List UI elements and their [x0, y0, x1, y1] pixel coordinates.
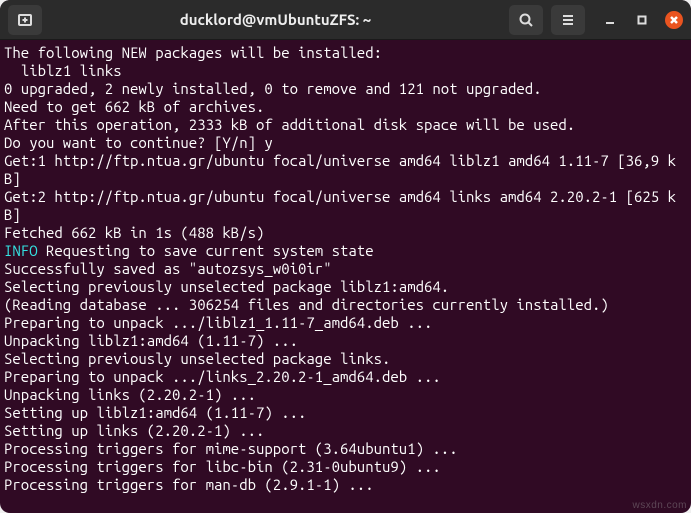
terminal-line: Fetched 662 kB in 1s (488 kB/s): [4, 224, 687, 242]
titlebar: ducklord@vmUbuntuZFS: ~: [0, 0, 691, 40]
terminal-output[interactable]: The following NEW packages will be insta…: [0, 40, 691, 513]
terminal-line: Setting up liblz1:amd64 (1.11-7) ...: [4, 404, 687, 422]
close-icon: [669, 15, 679, 25]
search-icon: [518, 12, 534, 28]
terminal-line: liblz1 links: [4, 62, 687, 80]
terminal-line: Get:1 http://ftp.ntua.gr/ubuntu focal/un…: [4, 152, 687, 188]
terminal-line: INFO Requesting to save current system s…: [4, 242, 687, 260]
terminal-line: Setting up links (2.20.2-1) ...: [4, 422, 687, 440]
terminal-line: Unpacking liblz1:amd64 (1.11-7) ...: [4, 332, 687, 350]
terminal-line: Processing triggers for man-db (2.9.1-1)…: [4, 476, 687, 494]
terminal-line: Do you want to continue? [Y/n] y: [4, 134, 687, 152]
new-tab-button[interactable]: [8, 5, 42, 35]
terminal-line: Processing triggers for mime-support (3.…: [4, 440, 687, 458]
close-button[interactable]: [665, 11, 683, 29]
window-controls: [601, 11, 683, 29]
terminal-line: Preparing to unpack .../liblz1_1.11-7_am…: [4, 314, 687, 332]
terminal-line: After this operation, 2333 kB of additio…: [4, 116, 687, 134]
terminal-line: Need to get 662 kB of archives.: [4, 98, 687, 116]
terminal-line: Successfully saved as "autozsys_w0i0ir": [4, 260, 687, 278]
maximize-icon: [637, 15, 647, 25]
terminal-line: Selecting previously unselected package …: [4, 278, 687, 296]
terminal-line: The following NEW packages will be insta…: [4, 44, 687, 62]
new-tab-icon: [17, 12, 33, 28]
menu-button[interactable]: [551, 5, 585, 35]
minimize-icon: [605, 15, 615, 25]
hamburger-icon: [560, 12, 576, 28]
watermark: wsxdn.com: [632, 500, 687, 511]
terminal-line: 0 upgraded, 2 newly installed, 0 to remo…: [4, 80, 687, 98]
terminal-line: Unpacking links (2.20.2-1) ...: [4, 386, 687, 404]
terminal-line: (Reading database ... 306254 files and d…: [4, 296, 687, 314]
terminal-window: ducklord@vmUbuntuZFS: ~: [0, 0, 691, 513]
maximize-button[interactable]: [633, 11, 651, 29]
terminal-line: Get:2 http://ftp.ntua.gr/ubuntu focal/un…: [4, 188, 687, 224]
terminal-line: Preparing to unpack .../links_2.20.2-1_a…: [4, 368, 687, 386]
terminal-line: Selecting previously unselected package …: [4, 350, 687, 368]
search-button[interactable]: [509, 5, 543, 35]
minimize-button[interactable]: [601, 11, 619, 29]
terminal-line: Processing triggers for libc-bin (2.31-0…: [4, 458, 687, 476]
window-title: ducklord@vmUbuntuZFS: ~: [50, 11, 501, 28]
